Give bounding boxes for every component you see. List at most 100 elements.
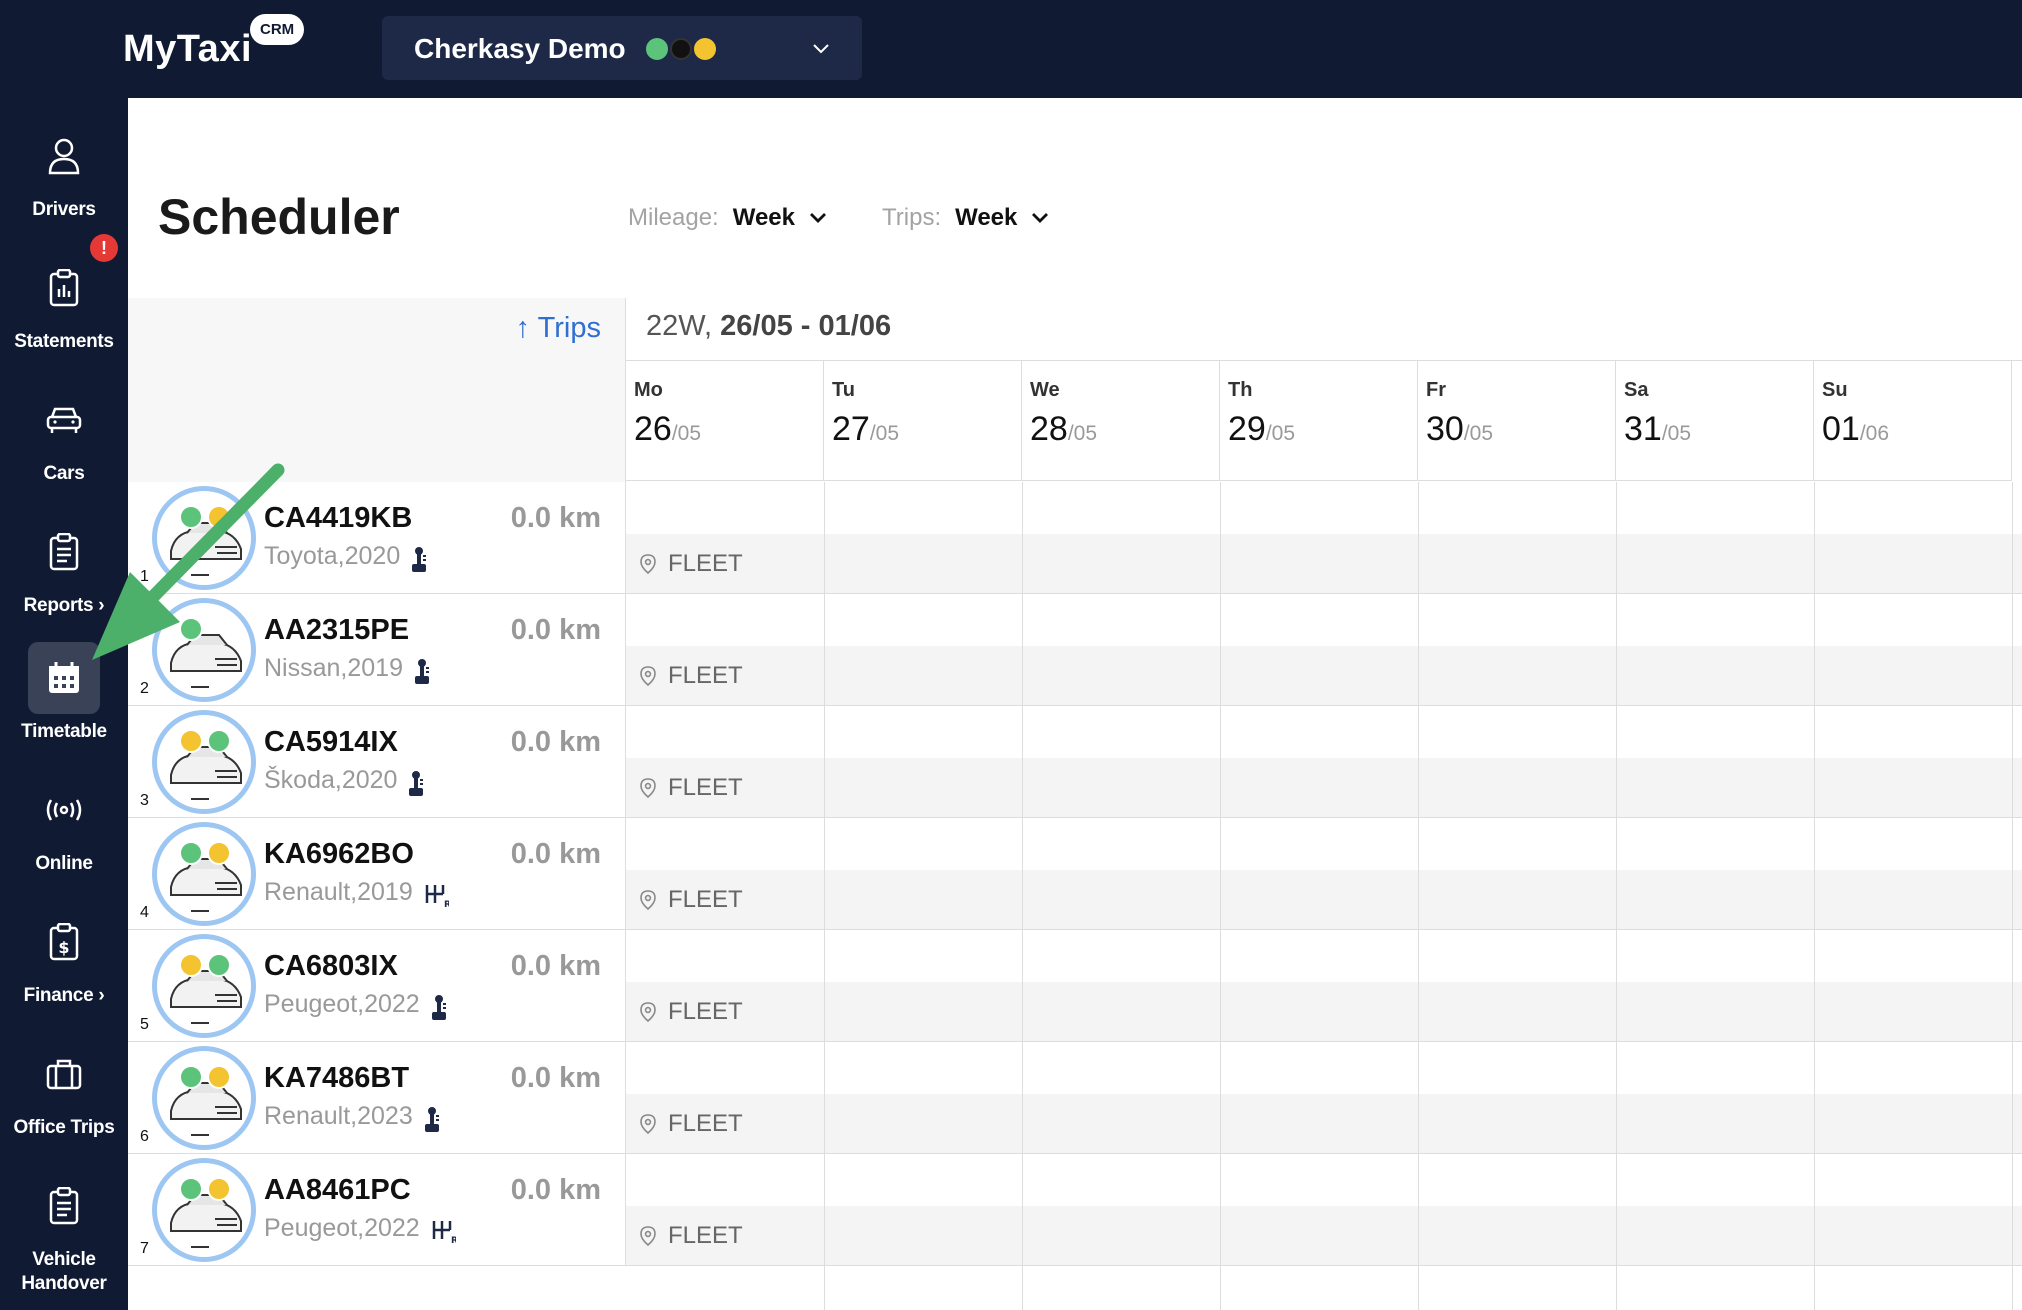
car-plate: CA5914IX xyxy=(264,726,398,758)
row-number: 5 xyxy=(140,1016,149,1033)
schedule-location-slot[interactable]: FLEET xyxy=(626,534,2022,594)
sidebar-item-vehicle-handover[interactable]: Vehicle Handover xyxy=(0,1170,128,1296)
location-label: FLEET xyxy=(668,550,743,577)
company-selector[interactable]: Cherkasy Demo xyxy=(382,16,862,80)
car-image-icon xyxy=(170,1065,242,1136)
table-row[interactable]: 1 CA4419KB Toyota,2020 0.0 km FLEET xyxy=(128,482,2022,594)
sidebar-item-statements[interactable]: Statements xyxy=(0,252,128,354)
sidebar-item-finance[interactable]: $ Finance › xyxy=(0,906,128,1008)
car-avatar xyxy=(152,598,256,702)
car-image-icon xyxy=(170,617,242,688)
car-image-icon xyxy=(170,729,242,800)
table-row[interactable]: 3 CA5914IX Škoda,2020 0.0 km FLEET xyxy=(128,706,2022,818)
schedule-location-slot[interactable]: FLEET xyxy=(626,870,2022,930)
day-column-divider xyxy=(1814,482,1815,1310)
report-icon xyxy=(28,516,100,588)
location-pin-icon xyxy=(640,890,656,910)
car-model: Nissan,2019 xyxy=(264,654,403,682)
sidebar-item-cars[interactable]: Cars xyxy=(0,384,128,486)
day-header: Mo 26/05 xyxy=(626,361,824,481)
clipboard-chart-icon xyxy=(28,252,100,324)
sort-trips-link[interactable]: ↑ Trips xyxy=(516,312,601,345)
car-rows: 1 CA4419KB Toyota,2020 0.0 km FLEET 2 AA… xyxy=(128,482,2022,1310)
week-label: 22W, 26/05 - 01/06 xyxy=(646,310,891,343)
location-label: FLEET xyxy=(668,998,743,1025)
car-plate: CA4419KB xyxy=(264,502,413,534)
manual-gearbox-icon: R xyxy=(423,882,451,913)
company-name: Cherkasy Demo xyxy=(414,33,626,64)
schedule-slot[interactable] xyxy=(626,594,2022,646)
schedule-slot[interactable] xyxy=(626,1154,2022,1206)
location-tag: FLEET xyxy=(640,886,743,914)
location-pin-icon xyxy=(640,778,656,798)
schedule-slot[interactable] xyxy=(626,1042,2022,1094)
day-header: We 28/05 xyxy=(1022,361,1220,481)
day-name: We xyxy=(1030,379,1060,401)
schedule-slot[interactable] xyxy=(626,818,2022,870)
schedule-slot[interactable] xyxy=(626,706,2022,758)
car-cell[interactable]: 3 CA5914IX Škoda,2020 0.0 km xyxy=(128,706,626,818)
schedule-cell[interactable]: FLEET xyxy=(626,1042,2022,1154)
schedule-location-slot[interactable]: FLEET xyxy=(626,1206,2022,1266)
table-row[interactable]: 4 KA6962BO Renault,2019 R 0.0 km FLEET xyxy=(128,818,2022,930)
automatic-gearbox-icon xyxy=(407,770,425,803)
car-image-icon xyxy=(170,953,242,1024)
schedule-cell[interactable]: FLEET xyxy=(626,1154,2022,1266)
sidebar-item-drivers[interactable]: Drivers xyxy=(0,120,128,222)
table-row[interactable]: 7 AA8461PC Peugeot,2022 R 0.0 km FLEET xyxy=(128,1154,2022,1266)
day-header: Tu 27/05 xyxy=(824,361,1022,481)
car-plate: CA6803IX xyxy=(264,950,398,982)
car-cell[interactable]: 7 AA8461PC Peugeot,2022 R 0.0 km xyxy=(128,1154,626,1266)
car-plate: KA6962BO xyxy=(264,838,414,870)
schedule-cell[interactable]: FLEET xyxy=(626,930,2022,1042)
day-column-divider xyxy=(2012,482,2013,1310)
car-mileage: 0.0 km xyxy=(510,502,601,534)
schedule-location-slot[interactable]: FLEET xyxy=(626,646,2022,706)
location-label: FLEET xyxy=(668,774,743,801)
schedule-cell[interactable]: FLEET xyxy=(626,482,2022,594)
sidebar-item-timetable[interactable]: Timetable xyxy=(0,642,128,744)
car-cell[interactable]: 5 CA6803IX Peugeot,2022 0.0 km xyxy=(128,930,626,1042)
day-month: /05 xyxy=(869,422,900,445)
schedule-location-slot[interactable]: FLEET xyxy=(626,982,2022,1042)
day-name: Su xyxy=(1822,379,1848,401)
schedule-slot[interactable] xyxy=(626,930,2022,982)
calendar-icon xyxy=(28,642,100,714)
chevron-down-icon xyxy=(1032,213,1049,223)
car-cell[interactable]: 1 CA4419KB Toyota,2020 0.0 km xyxy=(128,482,626,594)
day-name: Th xyxy=(1228,379,1253,401)
location-tag: FLEET xyxy=(640,774,743,802)
car-model: Peugeot,2022 xyxy=(264,990,420,1018)
location-pin-icon xyxy=(640,1114,656,1134)
schedule-cell[interactable]: FLEET xyxy=(626,818,2022,930)
car-cell[interactable]: 6 KA7486BT Renault,2023 0.0 km xyxy=(128,1042,626,1154)
table-row[interactable]: 2 AA2315PE Nissan,2019 0.0 km FLEET xyxy=(128,594,2022,706)
app-logo[interactable]: MyTaxi xyxy=(123,28,252,71)
page-title: Scheduler xyxy=(158,189,400,245)
trips-filter[interactable]: Trips: Week xyxy=(882,204,1049,232)
location-tag: FLEET xyxy=(640,662,743,690)
schedule-location-slot[interactable]: FLEET xyxy=(626,1094,2022,1154)
table-row[interactable]: 5 CA6803IX Peugeot,2022 0.0 km FLEET xyxy=(128,930,2022,1042)
broadcast-icon xyxy=(28,774,100,846)
crm-badge: CRM xyxy=(250,14,305,45)
day-name: Mo xyxy=(634,379,663,401)
sidebar-item-label: Cars xyxy=(43,463,85,484)
schedule-cell[interactable]: FLEET xyxy=(626,706,2022,818)
sidebar-item-online[interactable]: Online xyxy=(0,774,128,876)
car-cell[interactable]: 2 AA2315PE Nissan,2019 0.0 km xyxy=(128,594,626,706)
car-model: Renault,2023 xyxy=(264,1102,413,1130)
car-cell[interactable]: 4 KA6962BO Renault,2019 R 0.0 km xyxy=(128,818,626,930)
schedule-cell[interactable]: FLEET xyxy=(626,594,2022,706)
schedule-slot[interactable] xyxy=(626,482,2022,534)
schedule-location-slot[interactable]: FLEET xyxy=(626,758,2022,818)
sidebar-item-reports[interactable]: Reports › xyxy=(0,516,128,618)
location-label: FLEET xyxy=(668,1110,743,1137)
table-row[interactable]: 6 KA7486BT Renault,2023 0.0 km FLEET xyxy=(128,1042,2022,1154)
car-avatar xyxy=(152,822,256,926)
sidebar-item-office-trips[interactable]: Office Trips xyxy=(0,1038,128,1140)
row-number: 4 xyxy=(140,904,149,921)
trips-value: Week xyxy=(955,204,1018,231)
day-name: Fr xyxy=(1426,379,1446,401)
mileage-filter[interactable]: Mileage: Week xyxy=(628,204,827,232)
